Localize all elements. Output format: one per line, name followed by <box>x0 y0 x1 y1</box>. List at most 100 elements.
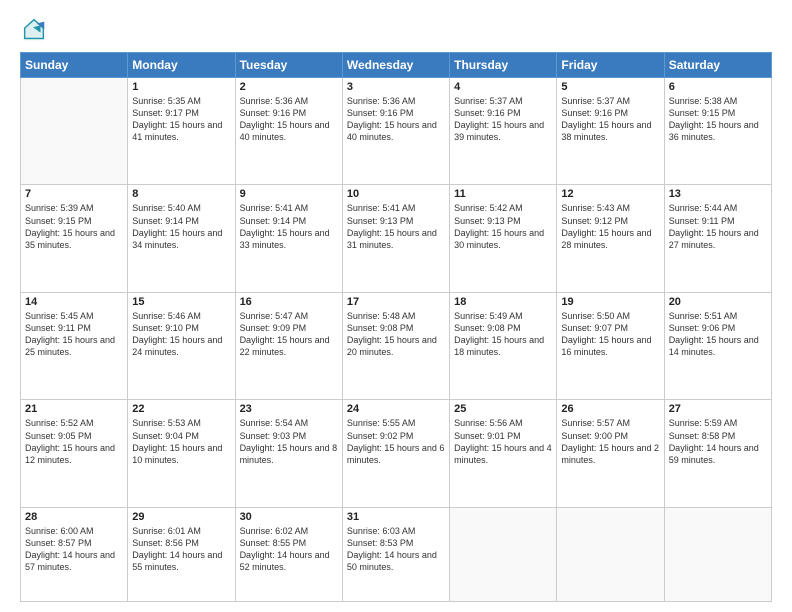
day-number: 7 <box>25 188 123 200</box>
calendar-cell: 25Sunrise: 5:56 AMSunset: 9:01 PMDayligh… <box>450 400 557 507</box>
cell-info: Sunrise: 5:48 AMSunset: 9:08 PMDaylight:… <box>347 310 445 359</box>
cell-info: Sunrise: 5:37 AMSunset: 9:16 PMDaylight:… <box>454 95 552 144</box>
cell-info: Sunrise: 5:46 AMSunset: 9:10 PMDaylight:… <box>132 310 230 359</box>
cell-info: Sunrise: 5:53 AMSunset: 9:04 PMDaylight:… <box>132 417 230 466</box>
cell-info: Sunrise: 5:36 AMSunset: 9:16 PMDaylight:… <box>347 95 445 144</box>
calendar-cell: 20 Sunrise: 5:51 AMSunset: 9:06 PMDayligh… <box>664 292 771 399</box>
day-number: 29 <box>132 511 230 523</box>
day-number: 14 <box>25 296 123 308</box>
day-number: 8 <box>132 188 230 200</box>
day-number: 2 <box>240 81 338 93</box>
cell-info: Sunrise: 5:59 AMSunset: 8:58 PMDaylight:… <box>669 417 767 466</box>
calendar-cell: 14 Sunrise: 5:45 AMSunset: 9:11 PMDayligh… <box>21 292 128 399</box>
calendar-cell: 28 Sunrise: 6:00 AMSunset: 8:57 PMDayligh… <box>21 507 128 601</box>
cell-info: Sunrise: 6:01 AMSunset: 8:56 PMDaylight:… <box>132 525 230 574</box>
day-number: 31 <box>347 511 445 523</box>
week-row-4: 21Sunrise: 5:52 AMSunset: 9:05 PMDayligh… <box>21 400 772 507</box>
cell-info: Sunrise: 5:57 AMSunset: 9:00 PMDaylight:… <box>561 417 659 466</box>
calendar-cell: 23Sunrise: 5:54 AMSunset: 9:03 PMDayligh… <box>235 400 342 507</box>
calendar-cell: 13 Sunrise: 5:44 AMSunset: 9:11 PMDayligh… <box>664 185 771 292</box>
cell-info: Sunrise: 5:44 AMSunset: 9:11 PMDaylight:… <box>669 202 767 251</box>
calendar-cell: 4 Sunrise: 5:37 AMSunset: 9:16 PMDaylight… <box>450 78 557 185</box>
cell-info: Sunrise: 5:37 AMSunset: 9:16 PMDaylight:… <box>561 95 659 144</box>
calendar-cell <box>450 507 557 601</box>
col-header-tuesday: Tuesday <box>235 53 342 78</box>
calendar-cell: 30Sunrise: 6:02 AMSunset: 8:55 PMDayligh… <box>235 507 342 601</box>
day-number: 15 <box>132 296 230 308</box>
week-row-2: 7 Sunrise: 5:39 AMSunset: 9:15 PMDaylight… <box>21 185 772 292</box>
col-header-saturday: Saturday <box>664 53 771 78</box>
calendar-cell: 8 Sunrise: 5:40 AMSunset: 9:14 PMDaylight… <box>128 185 235 292</box>
cell-info: Sunrise: 5:35 AMSunset: 9:17 PMDaylight:… <box>132 95 230 144</box>
calendar-cell: 18 Sunrise: 5:49 AMSunset: 9:08 PMDayligh… <box>450 292 557 399</box>
day-number: 28 <box>25 511 123 523</box>
calendar-cell: 26 Sunrise: 5:57 AMSunset: 9:00 PMDayligh… <box>557 400 664 507</box>
cell-info: Sunrise: 5:38 AMSunset: 9:15 PMDaylight:… <box>669 95 767 144</box>
calendar-cell: 31 Sunrise: 6:03 AMSunset: 8:53 PMDayligh… <box>342 507 449 601</box>
calendar-cell: 29 Sunrise: 6:01 AMSunset: 8:56 PMDayligh… <box>128 507 235 601</box>
day-number: 3 <box>347 81 445 93</box>
cell-info: Sunrise: 5:50 AMSunset: 9:07 PMDaylight:… <box>561 310 659 359</box>
calendar-cell: 11Sunrise: 5:42 AMSunset: 9:13 PMDayligh… <box>450 185 557 292</box>
cell-info: Sunrise: 5:55 AMSunset: 9:02 PMDaylight:… <box>347 417 445 466</box>
day-number: 4 <box>454 81 552 93</box>
day-number: 12 <box>561 188 659 200</box>
calendar-cell: 17 Sunrise: 5:48 AMSunset: 9:08 PMDayligh… <box>342 292 449 399</box>
col-header-sunday: Sunday <box>21 53 128 78</box>
logo-icon <box>20 16 48 44</box>
calendar-cell: 9 Sunrise: 5:41 AMSunset: 9:14 PMDaylight… <box>235 185 342 292</box>
day-number: 19 <box>561 296 659 308</box>
calendar-cell: 21Sunrise: 5:52 AMSunset: 9:05 PMDayligh… <box>21 400 128 507</box>
cell-info: Sunrise: 5:43 AMSunset: 9:12 PMDaylight:… <box>561 202 659 251</box>
day-number: 22 <box>132 403 230 415</box>
week-row-1: 1 Sunrise: 5:35 AMSunset: 9:17 PMDaylight… <box>21 78 772 185</box>
calendar-cell <box>557 507 664 601</box>
cell-info: Sunrise: 5:54 AMSunset: 9:03 PMDaylight:… <box>240 417 338 466</box>
cell-info: Sunrise: 5:36 AMSunset: 9:16 PMDaylight:… <box>240 95 338 144</box>
cell-info: Sunrise: 6:00 AMSunset: 8:57 PMDaylight:… <box>25 525 123 574</box>
calendar-cell: 2 Sunrise: 5:36 AMSunset: 9:16 PMDaylight… <box>235 78 342 185</box>
cell-info: Sunrise: 5:51 AMSunset: 9:06 PMDaylight:… <box>669 310 767 359</box>
calendar-cell: 27 Sunrise: 5:59 AMSunset: 8:58 PMDayligh… <box>664 400 771 507</box>
cell-info: Sunrise: 5:40 AMSunset: 9:14 PMDaylight:… <box>132 202 230 251</box>
day-number: 1 <box>132 81 230 93</box>
calendar-cell: 3 Sunrise: 5:36 AMSunset: 9:16 PMDaylight… <box>342 78 449 185</box>
cell-info: Sunrise: 5:41 AMSunset: 9:14 PMDaylight:… <box>240 202 338 251</box>
calendar-cell: 12 Sunrise: 5:43 AMSunset: 9:12 PMDayligh… <box>557 185 664 292</box>
cell-info: Sunrise: 5:49 AMSunset: 9:08 PMDaylight:… <box>454 310 552 359</box>
cell-info: Sunrise: 5:47 AMSunset: 9:09 PMDaylight:… <box>240 310 338 359</box>
col-header-wednesday: Wednesday <box>342 53 449 78</box>
day-number: 25 <box>454 403 552 415</box>
day-number: 9 <box>240 188 338 200</box>
calendar-cell: 6 Sunrise: 5:38 AMSunset: 9:15 PMDaylight… <box>664 78 771 185</box>
calendar-cell: 10 Sunrise: 5:41 AMSunset: 9:13 PMDayligh… <box>342 185 449 292</box>
day-number: 26 <box>561 403 659 415</box>
calendar-cell: 19 Sunrise: 5:50 AMSunset: 9:07 PMDayligh… <box>557 292 664 399</box>
calendar-cell: 1 Sunrise: 5:35 AMSunset: 9:17 PMDaylight… <box>128 78 235 185</box>
day-number: 20 <box>669 296 767 308</box>
cell-info: Sunrise: 5:45 AMSunset: 9:11 PMDaylight:… <box>25 310 123 359</box>
day-number: 16 <box>240 296 338 308</box>
logo <box>20 16 52 44</box>
day-number: 18 <box>454 296 552 308</box>
day-number: 5 <box>561 81 659 93</box>
calendar-header-row: SundayMondayTuesdayWednesdayThursdayFrid… <box>21 53 772 78</box>
day-number: 6 <box>669 81 767 93</box>
day-number: 13 <box>669 188 767 200</box>
cell-info: Sunrise: 6:02 AMSunset: 8:55 PMDaylight:… <box>240 525 338 574</box>
day-number: 11 <box>454 188 552 200</box>
week-row-3: 14 Sunrise: 5:45 AMSunset: 9:11 PMDayligh… <box>21 292 772 399</box>
cell-info: Sunrise: 6:03 AMSunset: 8:53 PMDaylight:… <box>347 525 445 574</box>
day-number: 17 <box>347 296 445 308</box>
col-header-thursday: Thursday <box>450 53 557 78</box>
cell-info: Sunrise: 5:41 AMSunset: 9:13 PMDaylight:… <box>347 202 445 251</box>
day-number: 27 <box>669 403 767 415</box>
cell-info: Sunrise: 5:39 AMSunset: 9:15 PMDaylight:… <box>25 202 123 251</box>
week-row-5: 28 Sunrise: 6:00 AMSunset: 8:57 PMDayligh… <box>21 507 772 601</box>
day-number: 10 <box>347 188 445 200</box>
header <box>20 16 772 44</box>
calendar-cell: 22 Sunrise: 5:53 AMSunset: 9:04 PMDayligh… <box>128 400 235 507</box>
calendar-cell: 15 Sunrise: 5:46 AMSunset: 9:10 PMDayligh… <box>128 292 235 399</box>
calendar-cell: 16 Sunrise: 5:47 AMSunset: 9:09 PMDayligh… <box>235 292 342 399</box>
col-header-monday: Monday <box>128 53 235 78</box>
